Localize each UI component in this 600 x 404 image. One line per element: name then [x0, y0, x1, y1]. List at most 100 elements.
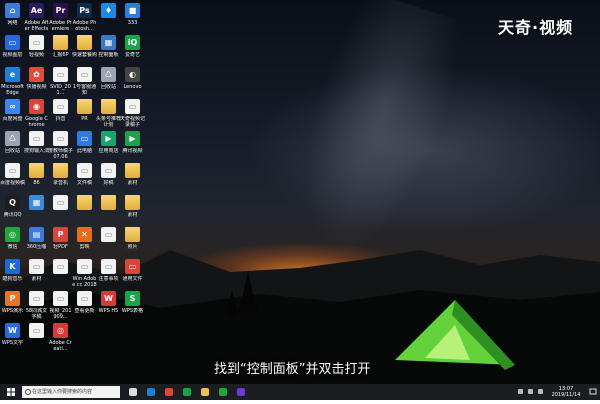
desktop-icon-label: Win Adobe cc 2018	[72, 276, 97, 288]
desktop-icon[interactable]: ✿ 快播视频	[24, 67, 49, 96]
desktop-icon[interactable]: ▭ 抖音	[48, 99, 73, 128]
desktop-icon[interactable]: ♦	[96, 3, 121, 32]
desktop-icon[interactable]: ▭ SVID_201...	[48, 67, 73, 96]
desktop-icon[interactable]: PR	[72, 99, 97, 128]
desktop-icon[interactable]: Q 腾讯QQ	[0, 195, 25, 224]
taskbar: 在这里输入你要搜索的内容 13:07 2019/11/14	[0, 384, 600, 400]
app-icon: ▭	[29, 131, 44, 146]
desktop-icon[interactable]: 素材	[120, 163, 145, 192]
desktop-icon[interactable]: ▭ 此电脑	[72, 131, 97, 160]
app-icon: ∞	[5, 99, 20, 114]
desktop-icon[interactable]	[96, 195, 121, 224]
desktop-icon[interactable]: ▭ 百度视频稿	[0, 163, 25, 192]
desktop-icon[interactable]: ▭ 轻视频	[24, 35, 49, 64]
desktop-icon[interactable]: 汇报6P	[48, 35, 73, 64]
desktop-icon[interactable]: ⌂ 网络	[0, 3, 25, 32]
notification-button[interactable]	[588, 384, 598, 400]
desktop-icon[interactable]: K 酷狗音乐	[0, 259, 25, 288]
desktop-icon-label: 度教师稿子07.06	[48, 148, 73, 160]
desktop-icon[interactable]: 86	[24, 163, 49, 192]
desktop-icon[interactable]: 快速套餐购	[72, 35, 97, 64]
start-button[interactable]	[4, 384, 18, 400]
desktop-icon[interactable]: ♺ 回收站	[96, 67, 121, 96]
taskbar-app-task-view[interactable]	[126, 384, 140, 400]
desktop-icon[interactable]: W WPS文字	[0, 323, 25, 352]
taskbar-app-edge[interactable]	[144, 384, 158, 400]
tray-icon-network[interactable]	[518, 389, 523, 394]
desktop-icon[interactable]: ▦ 控制面板	[96, 35, 121, 64]
desktop-icon[interactable]: ▭ 1号客服通知	[72, 67, 97, 96]
desktop-icon[interactable]: ▭ 度教师稿子07.06	[48, 131, 73, 160]
desktop-icon[interactable]: ▭ 文件稿	[72, 163, 97, 192]
desktop-icon-label: 天奇视频记录稿子	[120, 116, 145, 128]
desktop-icon[interactable]: ▭ 视频图层	[0, 35, 25, 64]
desktop-icon[interactable]: ▭ 素材	[24, 259, 49, 288]
app-icon: ▶	[125, 131, 140, 146]
desktop-icon[interactable]: ▭ 天奇视频记录稿子	[120, 99, 145, 128]
desktop-icon[interactable]: ◉ Google Chrome	[24, 99, 49, 128]
desktop-icon[interactable]: ▶ 腾讯视频	[120, 131, 145, 160]
desktop-icon[interactable]: P WPS演示	[0, 291, 25, 320]
desktop-icon[interactable]: ▭ 通用文件	[120, 259, 145, 288]
desktop-icon[interactable]: 素材	[120, 195, 145, 224]
desktop-icon[interactable]: Ae Adobe After Effects CC ...	[24, 3, 49, 32]
desktop-icon-label: Microsoft Edge	[1, 84, 24, 96]
app-icon: ♺	[5, 131, 20, 146]
desktop-icon[interactable]: ▭	[48, 259, 73, 288]
desktop-icon[interactable]: 照片	[120, 227, 145, 256]
desktop-icon[interactable]: ▭	[96, 227, 121, 256]
desktop-icon-label: 文件稿	[76, 180, 92, 186]
folder-icon	[125, 195, 140, 210]
taskbar-app-explorer[interactable]	[198, 384, 212, 400]
desktop-icon[interactable]: ▭ 注意事项	[96, 259, 121, 288]
desktop-icon[interactable]: ◎ 微信	[0, 227, 25, 256]
desktop-icon[interactable]: ▭ 58同城文字稿	[24, 291, 49, 320]
desktop-icon[interactable]: ▭ Win Adobe cc 2018	[72, 259, 97, 288]
desktop-icon[interactable]: ▦	[24, 195, 49, 224]
app-icon: P	[53, 227, 68, 242]
desktop-icon[interactable]: ✕ 剪映	[72, 227, 97, 256]
desktop-icon[interactable]: Pr Adobe Premiere P...	[48, 3, 73, 32]
desktop-icon[interactable]: ▭ 好稿	[96, 163, 121, 192]
app-icon: P	[5, 291, 20, 306]
explorer-icon	[201, 388, 209, 396]
app-icon: ▭	[77, 259, 92, 274]
clock[interactable]: 13:07 2019/11/14	[548, 386, 584, 398]
desktop-icon[interactable]: ◐ Lenovo	[120, 67, 145, 96]
desktop-icon[interactable]: e Microsoft Edge	[0, 67, 25, 96]
taskbar-app-wechat[interactable]	[216, 384, 230, 400]
desktop-icon[interactable]: ∞ 百度网盘	[0, 99, 25, 128]
taskbar-app-iqiyi[interactable]	[180, 384, 194, 400]
desktop-icon[interactable]: iQ 爱奇艺	[120, 35, 145, 64]
desktop-icon[interactable]: ▭ 搜狗输入法	[24, 131, 49, 160]
desktop-icon[interactable]: ▤ 360压缩	[24, 227, 49, 256]
search-box[interactable]: 在这里输入你要搜索的内容	[22, 386, 120, 398]
app-icon: ▦	[101, 35, 116, 50]
app-icon: ▭	[101, 163, 116, 178]
premiere-icon	[237, 388, 245, 396]
desktop-icon[interactable]: ▭ 视频_201909...	[48, 291, 73, 320]
desktop-icon[interactable]	[72, 195, 97, 224]
tray-icon-volume[interactable]	[528, 389, 533, 394]
folder-icon	[125, 163, 140, 178]
desktop-icon-label: 搜狗输入法	[24, 148, 49, 154]
desktop-icon[interactable]: W WPS H5	[96, 291, 121, 320]
desktop-icon[interactable]: ▭	[24, 323, 49, 352]
tray-icon-ime[interactable]	[538, 389, 543, 394]
taskbar-app-chrome[interactable]	[162, 384, 176, 400]
desktop-icon[interactable]: ▶ 应用商店	[96, 131, 121, 160]
desktop-icon[interactable]: Ps Adobe Photosh...	[72, 3, 97, 32]
desktop-icon[interactable]: S WPS表格	[120, 291, 145, 320]
desktop-icon-label: 剪映	[79, 244, 90, 250]
desktop-icon[interactable]: ▭ 查看更新	[72, 291, 97, 320]
taskbar-app-premiere[interactable]	[234, 384, 248, 400]
desktop-icon[interactable]: ♺ 回收站	[0, 131, 25, 160]
desktop-icon[interactable]: 头条号推荐计划	[96, 99, 121, 128]
desktop-icon[interactable]: ▭	[48, 195, 73, 224]
desktop-icon[interactable]: ■ 333	[120, 3, 145, 32]
desktop-icon-label: WPS文字	[1, 340, 24, 346]
desktop-icon[interactable]: P 轻PDF	[48, 227, 73, 256]
desktop-icon[interactable]: ◎ Adobe Creati...	[48, 323, 73, 352]
desktop-icon-label	[48, 276, 73, 288]
desktop-icon[interactable]: 录音机	[48, 163, 73, 192]
